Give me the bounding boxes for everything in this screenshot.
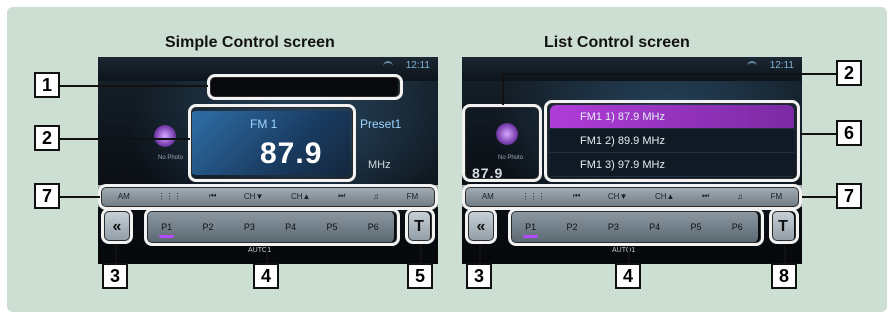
highlight-presets-right xyxy=(508,208,764,246)
callout-3-right: 3 xyxy=(466,263,492,289)
wifi-icon xyxy=(747,61,757,69)
leader-line-4-left xyxy=(266,246,268,264)
highlight-text-bar xyxy=(207,74,403,100)
no-photo-label: No Photo xyxy=(158,155,184,161)
highlight-control-bar-right xyxy=(462,184,802,210)
leader-line-7-right xyxy=(802,196,838,198)
callout-6: 6 xyxy=(836,120,862,146)
highlight-presets-left xyxy=(144,208,400,246)
artwork-icon xyxy=(154,125,176,147)
highlight-control-bar-left xyxy=(98,184,438,210)
highlight-frequency-panel xyxy=(188,104,356,182)
highlight-t-left xyxy=(405,208,435,244)
callout-7-right: 7 xyxy=(836,183,862,209)
leader-line-2-left xyxy=(60,138,190,140)
clock: 12:11 xyxy=(405,60,430,71)
auto-label: AUTO1 xyxy=(612,247,636,254)
highlight-back-left xyxy=(101,208,133,244)
callout-7-left: 7 xyxy=(34,183,60,209)
callout-4-right: 4 xyxy=(615,263,641,289)
unit-label: MHz xyxy=(368,159,391,171)
callout-2-right: 2 xyxy=(836,60,862,86)
leader-line-8 xyxy=(784,244,786,264)
callout-8: 8 xyxy=(771,263,797,289)
leader-line-2-right-drop xyxy=(502,73,504,105)
clock: 12:11 xyxy=(769,60,794,71)
callout-5: 5 xyxy=(407,263,433,289)
leader-line-5 xyxy=(420,244,422,264)
wifi-icon xyxy=(383,61,393,69)
leader-line-1 xyxy=(60,85,208,87)
leader-line-4-right xyxy=(628,246,630,264)
leader-line-3-left xyxy=(115,244,117,264)
leader-line-3-right xyxy=(479,244,481,264)
highlight-back-right xyxy=(465,208,497,244)
highlight-t-right xyxy=(769,208,799,244)
figure-frame: Simple Control screen List Control scree… xyxy=(0,0,894,319)
leader-line-7-left xyxy=(60,196,100,198)
right-title: List Control screen xyxy=(544,34,690,51)
highlight-list-right xyxy=(544,100,800,182)
highlight-artwork-right xyxy=(462,104,542,182)
leader-line-2-right xyxy=(502,73,838,75)
callout-2-left: 2 xyxy=(34,125,60,151)
leader-line-6 xyxy=(800,133,838,135)
callout-4-left: 4 xyxy=(253,263,279,289)
left-title: Simple Control screen xyxy=(165,34,335,51)
callout-3-left: 3 xyxy=(102,263,128,289)
status-bar: 12:11 xyxy=(462,57,802,81)
preset-label: Preset1 xyxy=(360,117,402,131)
callout-1: 1 xyxy=(34,72,60,98)
